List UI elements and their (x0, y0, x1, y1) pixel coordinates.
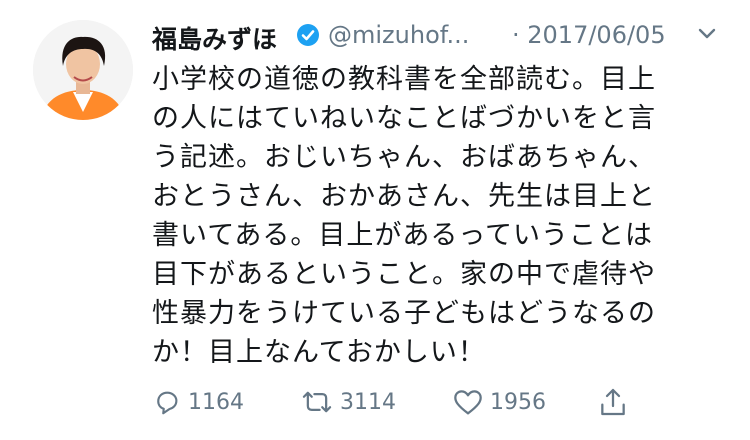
tweet-text-line: 性暴力をうけている子どもはどうなるの (152, 298, 656, 329)
share-icon (601, 388, 625, 416)
tweet-text-line: の人にはていねいなことばづかいをと言 (152, 103, 656, 134)
share-button[interactable] (598, 384, 628, 420)
retweet-icon (302, 391, 332, 413)
avatar-photo (33, 20, 133, 120)
verified-badge-icon (297, 24, 319, 46)
like-button[interactable]: 1956 (452, 384, 546, 420)
tweet-text-line: 小学校の道徳の教科書を全部読む。目上 (152, 64, 656, 95)
tweet-text: 小学校の道徳の教科書を全部読む。目上 の人にはていねいなことばづかいをと言 う記… (152, 60, 712, 372)
avatar[interactable] (33, 20, 133, 120)
tweet-text-line: 書いてある。目上があるっていうことは (152, 220, 654, 251)
reply-button[interactable]: 1164 (152, 384, 244, 420)
author-handle[interactable]: @mizuhof... (328, 21, 469, 49)
retweet-count: 3114 (340, 389, 396, 415)
tweet-date[interactable]: · 2017/06/05 (512, 21, 666, 49)
retweet-button[interactable]: 3114 (300, 384, 396, 420)
tweet-actions: 1164 3114 1956 (152, 384, 652, 420)
author-name[interactable]: 福島みずほ (152, 20, 277, 56)
tweet-text-line: 目下があるということ。家の中で虐待や (152, 259, 656, 290)
tweet-text-line: か！目上なんておかしい！ (152, 337, 486, 368)
tweet-text-line: おとうさん、おかあさん、先生は目上と (152, 181, 656, 212)
reply-icon (157, 391, 178, 415)
reply-count: 1164 (188, 389, 244, 415)
like-count: 1956 (490, 389, 546, 415)
heart-icon (454, 390, 482, 415)
chevron-down-icon[interactable] (698, 27, 716, 41)
tweet-header: 福島みずほ @mizuhof... · 2017/06/05 (152, 14, 742, 58)
tweet-text-line: う記述。おじいちゃん、おばあちゃん、 (152, 142, 656, 173)
